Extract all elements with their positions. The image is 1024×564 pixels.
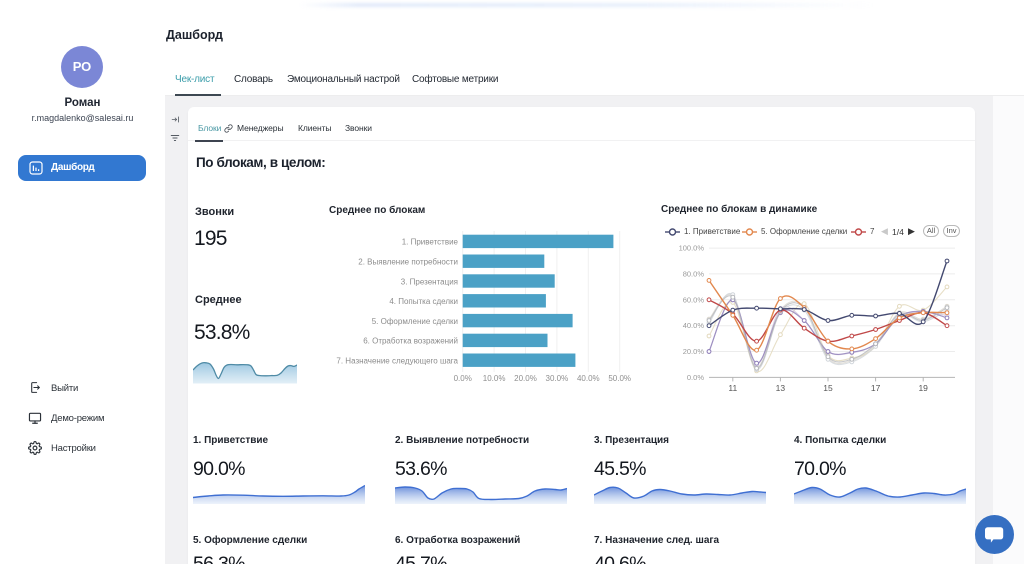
svg-text:6. Отработка возражений: 6. Отработка возражений <box>363 337 458 346</box>
svg-text:80.0%: 80.0% <box>683 269 705 278</box>
svg-text:0.0%: 0.0% <box>454 374 472 383</box>
svg-text:100.0%: 100.0% <box>679 244 705 253</box>
svg-text:5. Оформление сделки: 5. Оформление сделки <box>372 317 458 326</box>
svg-text:30.0%: 30.0% <box>546 374 569 383</box>
svg-text:13: 13 <box>776 383 786 393</box>
svg-text:19: 19 <box>918 383 928 393</box>
svg-text:50.0%: 50.0% <box>608 374 631 383</box>
svg-text:0.0%: 0.0% <box>687 373 704 382</box>
svg-text:40.0%: 40.0% <box>577 374 600 383</box>
svg-text:17: 17 <box>871 383 881 393</box>
svg-text:20.0%: 20.0% <box>683 347 705 356</box>
svg-text:11: 11 <box>728 383 737 393</box>
svg-text:4. Попытка сделки: 4. Попытка сделки <box>389 297 458 306</box>
svg-text:10.0%: 10.0% <box>483 374 506 383</box>
svg-text:60.0%: 60.0% <box>683 295 705 304</box>
svg-text:20.0%: 20.0% <box>514 374 537 383</box>
svg-text:15: 15 <box>823 383 833 393</box>
svg-text:1. Приветствие: 1. Приветствие <box>402 238 459 247</box>
svg-text:40.0%: 40.0% <box>683 321 705 330</box>
svg-text:2. Выявление потребности: 2. Выявление потребности <box>358 258 458 267</box>
svg-text:7. Назначение следующего шага: 7. Назначение следующего шага <box>336 357 458 366</box>
svg-text:3. Презентация: 3. Презентация <box>401 277 458 286</box>
